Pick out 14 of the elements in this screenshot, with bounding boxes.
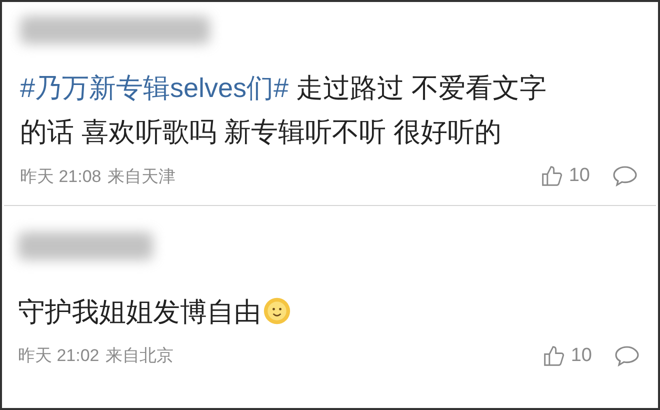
hashtag-link[interactable]: #乃万新专辑selves们# <box>20 73 289 103</box>
thumbs-up-icon <box>540 165 563 188</box>
like-button[interactable]: 10 <box>540 162 590 190</box>
comment-button[interactable] <box>612 165 638 188</box>
comment-button[interactable] <box>614 344 640 367</box>
comment-source: 来自北京 <box>105 345 174 367</box>
like-button[interactable]: 10 <box>542 342 592 370</box>
thumbs-up-icon <box>542 344 565 367</box>
comment-time: 昨天 21:02 <box>18 345 100 367</box>
comment-source: 来自天津 <box>107 166 176 188</box>
comment-time: 昨天 21:08 <box>20 166 102 188</box>
comment-text: #乃万新专辑selves们# 走过路过 不爱看文字的话 喜欢听歌吗 新专辑听不听 很好听的 <box>20 72 548 149</box>
comment-text: 守护我姐姐发博自由 <box>18 290 553 334</box>
smiley-icon <box>263 296 291 324</box>
